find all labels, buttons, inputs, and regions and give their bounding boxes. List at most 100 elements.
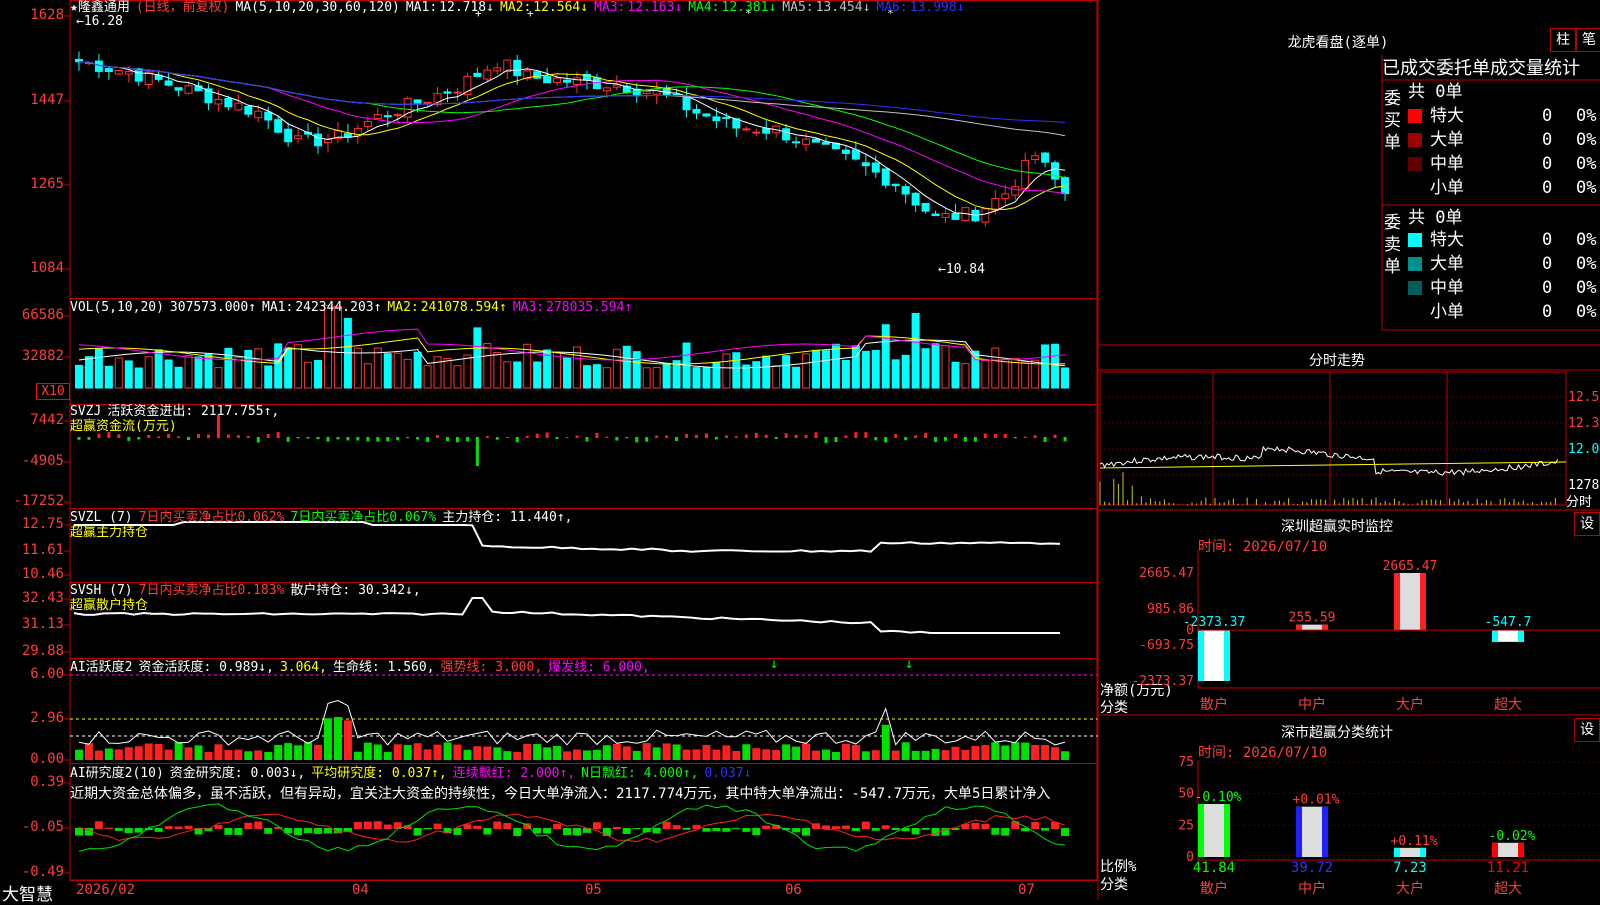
fund-flow-bar bbox=[505, 436, 509, 438]
activity-bar bbox=[682, 749, 691, 760]
research-bar bbox=[712, 828, 721, 832]
activity-bar bbox=[124, 747, 133, 760]
fund-flow-bar bbox=[635, 437, 639, 443]
activity-bar bbox=[473, 746, 482, 760]
ma-label-3: MA3: bbox=[594, 0, 626, 15]
fund-flow-bar bbox=[555, 437, 559, 439]
fund-flow-bar bbox=[77, 437, 81, 440]
stock-title: ★隆鑫通用 bbox=[70, 0, 130, 15]
fund-flow-bar bbox=[266, 434, 270, 438]
research-bar bbox=[363, 821, 372, 829]
candle-body bbox=[553, 77, 562, 83]
tick-mode-button[interactable]: 笔 bbox=[1576, 28, 1600, 52]
bar-mode-button[interactable]: 柱 bbox=[1550, 28, 1576, 52]
activity-bar bbox=[891, 750, 900, 760]
fund-flow-bar bbox=[924, 432, 928, 438]
fund-flow-bar bbox=[734, 436, 738, 438]
panel-frame bbox=[69, 404, 1098, 509]
y-tick: 6.00 bbox=[30, 666, 64, 682]
y-tick: 1447 bbox=[30, 92, 64, 108]
activity-bar bbox=[762, 749, 771, 760]
lhb-header: 已成交委托单成交量统计 bbox=[1382, 58, 1580, 79]
ma-label-5: MA5: bbox=[782, 0, 814, 15]
svzj-desc: 活跃资金进出: 2117.755↑, bbox=[107, 404, 280, 419]
activity-bar bbox=[622, 746, 631, 760]
activity-bar bbox=[672, 744, 681, 760]
fund-flow-bar bbox=[256, 437, 260, 443]
svzl-header: SVZL (7) 7日内买卖净占比0.062% 7日内买卖净占比0.067% 主力持仓… bbox=[70, 510, 579, 526]
y-tick: 1628 bbox=[30, 7, 64, 23]
fund-flow-bar bbox=[675, 437, 679, 442]
activity-bar bbox=[304, 742, 313, 760]
fund-flow-bar bbox=[226, 434, 230, 438]
svzl-sub: 超赢主力持仓 bbox=[70, 525, 149, 540]
fund-flow-bar bbox=[1053, 434, 1057, 438]
activity-bar bbox=[981, 744, 990, 760]
candle-body bbox=[652, 88, 661, 95]
activity-bar bbox=[543, 747, 552, 760]
research-bar bbox=[483, 828, 492, 835]
row-label: 大单 bbox=[1430, 254, 1464, 274]
candle-body bbox=[284, 128, 293, 143]
volume-bar bbox=[393, 352, 402, 389]
activity-bar bbox=[1011, 742, 1020, 760]
candle-body bbox=[752, 131, 761, 134]
activity-bar bbox=[1001, 745, 1010, 760]
row-label: 中单 bbox=[1430, 278, 1464, 298]
activity-bar bbox=[921, 750, 930, 760]
activity-bar bbox=[74, 749, 83, 760]
candle-body bbox=[812, 138, 821, 143]
activity-bar bbox=[164, 749, 173, 760]
activity-bar bbox=[722, 745, 731, 760]
activity-bar bbox=[373, 744, 382, 760]
fund-flow-bar bbox=[137, 437, 141, 440]
fund-flow-bar bbox=[575, 435, 579, 438]
kline-chart-area[interactable]: + + * *↓ ↓ bbox=[0, 0, 1098, 900]
y-tick: 29.88 bbox=[21, 643, 64, 659]
volume-bar bbox=[782, 355, 791, 389]
stats-settings-button[interactable]: 设 bbox=[1574, 718, 1600, 742]
ma-line-6 bbox=[78, 61, 1066, 123]
fund-flow-bar bbox=[157, 436, 161, 438]
activity-bar bbox=[314, 744, 323, 760]
volume-bar bbox=[921, 348, 930, 389]
volume-bar bbox=[901, 354, 910, 389]
research-bar bbox=[762, 825, 771, 829]
candle-body bbox=[543, 75, 552, 84]
volume-bar bbox=[473, 327, 482, 389]
volume-bar bbox=[1051, 343, 1060, 389]
fund-flow-bar bbox=[804, 434, 808, 438]
fund-flow-bar bbox=[973, 437, 977, 442]
monitor-settings-button[interactable]: 设 bbox=[1574, 512, 1600, 536]
lhb-row: 小单 0 0% bbox=[1408, 300, 1598, 324]
volume-bar bbox=[274, 343, 283, 389]
candle-body bbox=[682, 95, 691, 111]
activity-bar bbox=[533, 743, 542, 760]
research-bar bbox=[1041, 828, 1050, 831]
fund-flow-bar bbox=[1023, 436, 1027, 438]
volume-bar bbox=[762, 355, 771, 389]
ma-value-4: 12.381↓ bbox=[721, 0, 777, 15]
research-bar bbox=[672, 825, 681, 829]
color-swatch bbox=[1408, 257, 1422, 271]
svsh-header: SVSH (7) 7日内买卖净占比0.183% 散户持仓: 30.342↓, bbox=[70, 583, 427, 599]
volume-bar bbox=[74, 364, 83, 389]
research-bar bbox=[851, 828, 860, 831]
volume-bar bbox=[712, 361, 721, 389]
fund-flow-bar bbox=[436, 435, 440, 438]
y-tick: 0.00 bbox=[30, 751, 64, 767]
candle-body bbox=[314, 133, 323, 147]
candle-body bbox=[294, 135, 303, 140]
row-percent: 0% bbox=[1576, 278, 1597, 298]
research-bar bbox=[383, 824, 392, 829]
volume-bar bbox=[632, 351, 641, 389]
candle-body bbox=[363, 120, 372, 127]
sell-side-label: 委卖单 bbox=[1384, 213, 1401, 277]
candle-body bbox=[513, 59, 522, 77]
activity-bar bbox=[403, 745, 412, 760]
volume-bar bbox=[742, 364, 751, 389]
right-sidebar: 龙虎看盘(逐单) 柱 笔 已成交委托单成交量统计 委买单 共 0单 特大 0 0% 大… bbox=[1098, 0, 1600, 900]
lhb-row: 小单 0 0% bbox=[1408, 176, 1598, 200]
candle-body bbox=[274, 119, 283, 133]
x-tick: 07 bbox=[1018, 882, 1035, 898]
